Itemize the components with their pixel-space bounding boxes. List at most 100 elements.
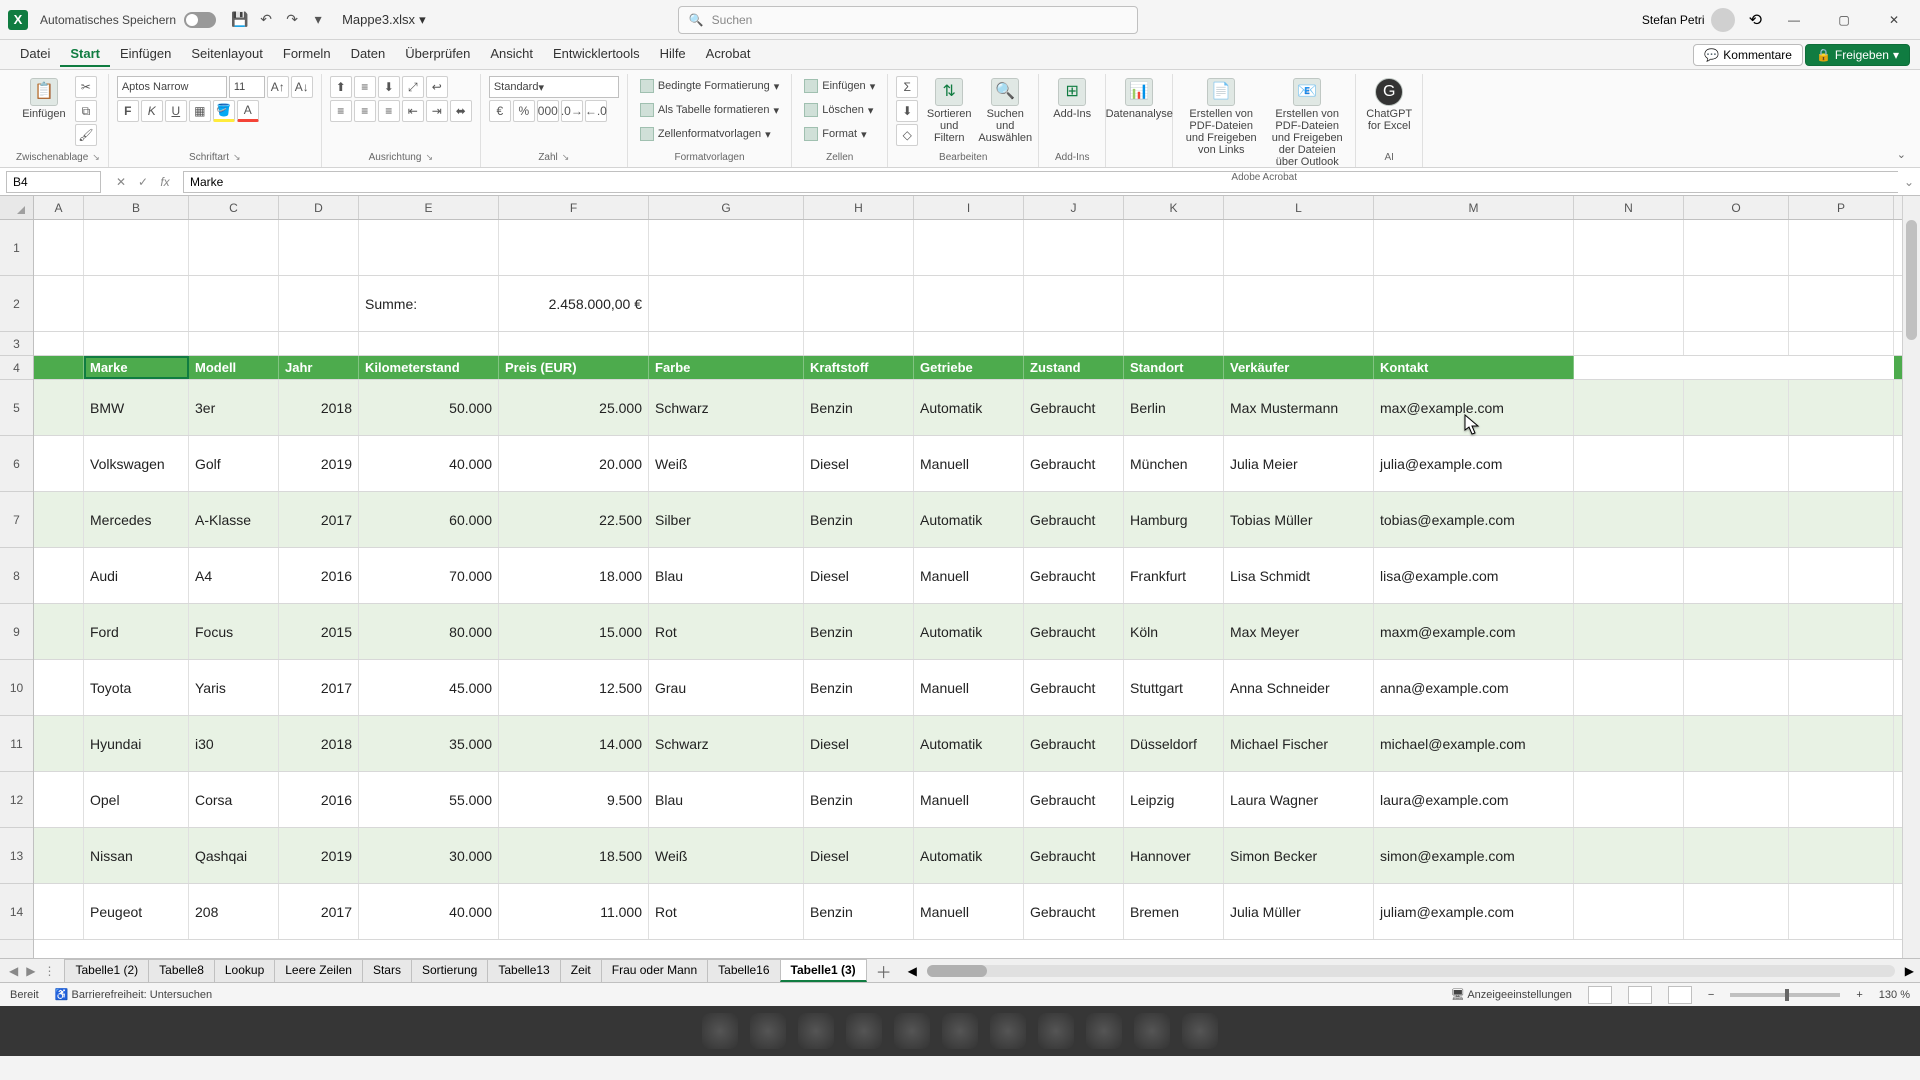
column-header-H[interactable]: H — [804, 196, 914, 219]
cell[interactable] — [1684, 276, 1789, 331]
sheet-tab[interactable]: Leere Zeilen — [274, 959, 363, 982]
cell[interactable] — [649, 276, 804, 331]
cell[interactable] — [279, 332, 359, 355]
column-header-C[interactable]: C — [189, 196, 279, 219]
cell-jahr[interactable]: 2019 — [279, 828, 359, 883]
cell[interactable] — [34, 436, 84, 491]
cell-standort[interactable]: Frankfurt — [1124, 548, 1224, 603]
zoom-out-icon[interactable]: − — [1708, 989, 1714, 1001]
cell-kraftstoff[interactable]: Diesel — [804, 828, 914, 883]
table-header-cell[interactable]: Preis (EUR) — [499, 356, 649, 379]
cell[interactable] — [1684, 220, 1789, 275]
cell[interactable] — [499, 332, 649, 355]
cell-kontakt[interactable]: laura@example.com — [1374, 772, 1574, 827]
column-header-E[interactable]: E — [359, 196, 499, 219]
column-header-B[interactable]: B — [84, 196, 189, 219]
cell-getriebe[interactable]: Automatik — [914, 492, 1024, 547]
save-icon[interactable]: 💾 — [232, 12, 248, 28]
table-header-cell[interactable]: Modell — [189, 356, 279, 379]
cell-standort[interactable]: Köln — [1124, 604, 1224, 659]
cell[interactable] — [914, 220, 1024, 275]
cell-farbe[interactable]: Schwarz — [649, 380, 804, 435]
bold-button[interactable]: F — [117, 100, 139, 122]
cell-getriebe[interactable]: Manuell — [914, 548, 1024, 603]
cell-jahr[interactable]: 2019 — [279, 436, 359, 491]
cell-marke[interactable]: Audi — [84, 548, 189, 603]
wrap-text-icon[interactable]: ↩ — [426, 76, 448, 98]
cell[interactable] — [1574, 660, 1684, 715]
cell-verkaufer[interactable]: Michael Fischer — [1224, 716, 1374, 771]
cell[interactable] — [34, 332, 84, 355]
cell-modell[interactable]: Golf — [189, 436, 279, 491]
cell-kontakt[interactable]: max@example.com — [1374, 380, 1574, 435]
user-account[interactable]: Stefan Petri — [1642, 8, 1735, 32]
cell[interactable]: 2.458.000,00 € — [499, 276, 649, 331]
cell[interactable] — [1789, 356, 1894, 379]
comments-button[interactable]: 💬 Kommentare — [1693, 44, 1803, 66]
align-bottom-icon[interactable]: ⬇ — [378, 76, 400, 98]
vertical-scrollbar[interactable] — [1902, 196, 1920, 958]
taskbar-app-icon[interactable] — [1134, 1013, 1170, 1049]
cell[interactable] — [34, 548, 84, 603]
cell-standort[interactable]: Berlin — [1124, 380, 1224, 435]
cell[interactable] — [1124, 276, 1224, 331]
table-header-cell[interactable]: Jahr — [279, 356, 359, 379]
cell-km[interactable]: 70.000 — [359, 548, 499, 603]
column-header-L[interactable]: L — [1224, 196, 1374, 219]
cell[interactable] — [34, 772, 84, 827]
cell-marke[interactable]: Toyota — [84, 660, 189, 715]
cell[interactable] — [1574, 604, 1684, 659]
cell[interactable] — [1684, 436, 1789, 491]
taskbar-app-icon[interactable] — [702, 1013, 738, 1049]
cell[interactable] — [804, 276, 914, 331]
percent-icon[interactable]: % — [513, 100, 535, 122]
cell[interactable] — [1789, 828, 1894, 883]
column-header-M[interactable]: M — [1374, 196, 1574, 219]
sheet-tab[interactable]: Tabelle13 — [487, 959, 560, 982]
sheet-nav-first-icon[interactable]: ◀ — [6, 964, 21, 978]
column-header-K[interactable]: K — [1124, 196, 1224, 219]
decrease-decimal-icon[interactable]: ←.0 — [585, 100, 607, 122]
cell-preis[interactable]: 20.000 — [499, 436, 649, 491]
align-middle-icon[interactable]: ≡ — [354, 76, 376, 98]
cell-preis[interactable]: 9.500 — [499, 772, 649, 827]
sheet-nav-prev-icon[interactable]: ▶ — [23, 964, 38, 978]
display-settings[interactable]: 🖥 Anzeigeeinstellungen — [1451, 988, 1572, 1001]
cell[interactable] — [1684, 548, 1789, 603]
taskbar-app-icon[interactable] — [942, 1013, 978, 1049]
cell[interactable] — [804, 220, 914, 275]
cell-preis[interactable]: 15.000 — [499, 604, 649, 659]
comma-icon[interactable]: 000 — [537, 100, 559, 122]
cell-km[interactable]: 80.000 — [359, 604, 499, 659]
ribbon-tab-start[interactable]: Start — [60, 42, 110, 67]
data-analysis-button[interactable]: 📊Datenanalyse — [1114, 76, 1164, 122]
decrease-indent-icon[interactable]: ⇤ — [402, 100, 424, 122]
cell-preis[interactable]: 22.500 — [499, 492, 649, 547]
horizontal-scrollbar[interactable]: ◀▶ — [902, 964, 1920, 978]
cell-preis[interactable]: 11.000 — [499, 884, 649, 939]
cell[interactable] — [1684, 492, 1789, 547]
cell[interactable] — [1224, 332, 1374, 355]
ribbon-tab-datei[interactable]: Datei — [10, 42, 60, 67]
cell-kontakt[interactable]: michael@example.com — [1374, 716, 1574, 771]
cell[interactable] — [189, 332, 279, 355]
cell-getriebe[interactable]: Manuell — [914, 660, 1024, 715]
cell-kraftstoff[interactable]: Benzin — [804, 660, 914, 715]
cell-kontakt[interactable]: juliam@example.com — [1374, 884, 1574, 939]
cell-zustand[interactable]: Gebraucht — [1024, 772, 1124, 827]
cell-verkaufer[interactable]: Tobias Müller — [1224, 492, 1374, 547]
cell[interactable] — [1124, 220, 1224, 275]
maximize-button[interactable]: ▢ — [1826, 6, 1862, 34]
cell-zustand[interactable]: Gebraucht — [1024, 660, 1124, 715]
row-header-14[interactable]: 14 — [0, 884, 33, 940]
cell-kraftstoff[interactable]: Diesel — [804, 548, 914, 603]
cell[interactable] — [1684, 332, 1789, 355]
cell[interactable] — [1789, 332, 1894, 355]
cell-kraftstoff[interactable]: Diesel — [804, 716, 914, 771]
cell[interactable] — [1789, 380, 1894, 435]
cell-zustand[interactable]: Gebraucht — [1024, 716, 1124, 771]
autosave-toggle[interactable] — [184, 12, 216, 28]
cell-preis[interactable]: 25.000 — [499, 380, 649, 435]
cell-zustand[interactable]: Gebraucht — [1024, 604, 1124, 659]
increase-indent-icon[interactable]: ⇥ — [426, 100, 448, 122]
